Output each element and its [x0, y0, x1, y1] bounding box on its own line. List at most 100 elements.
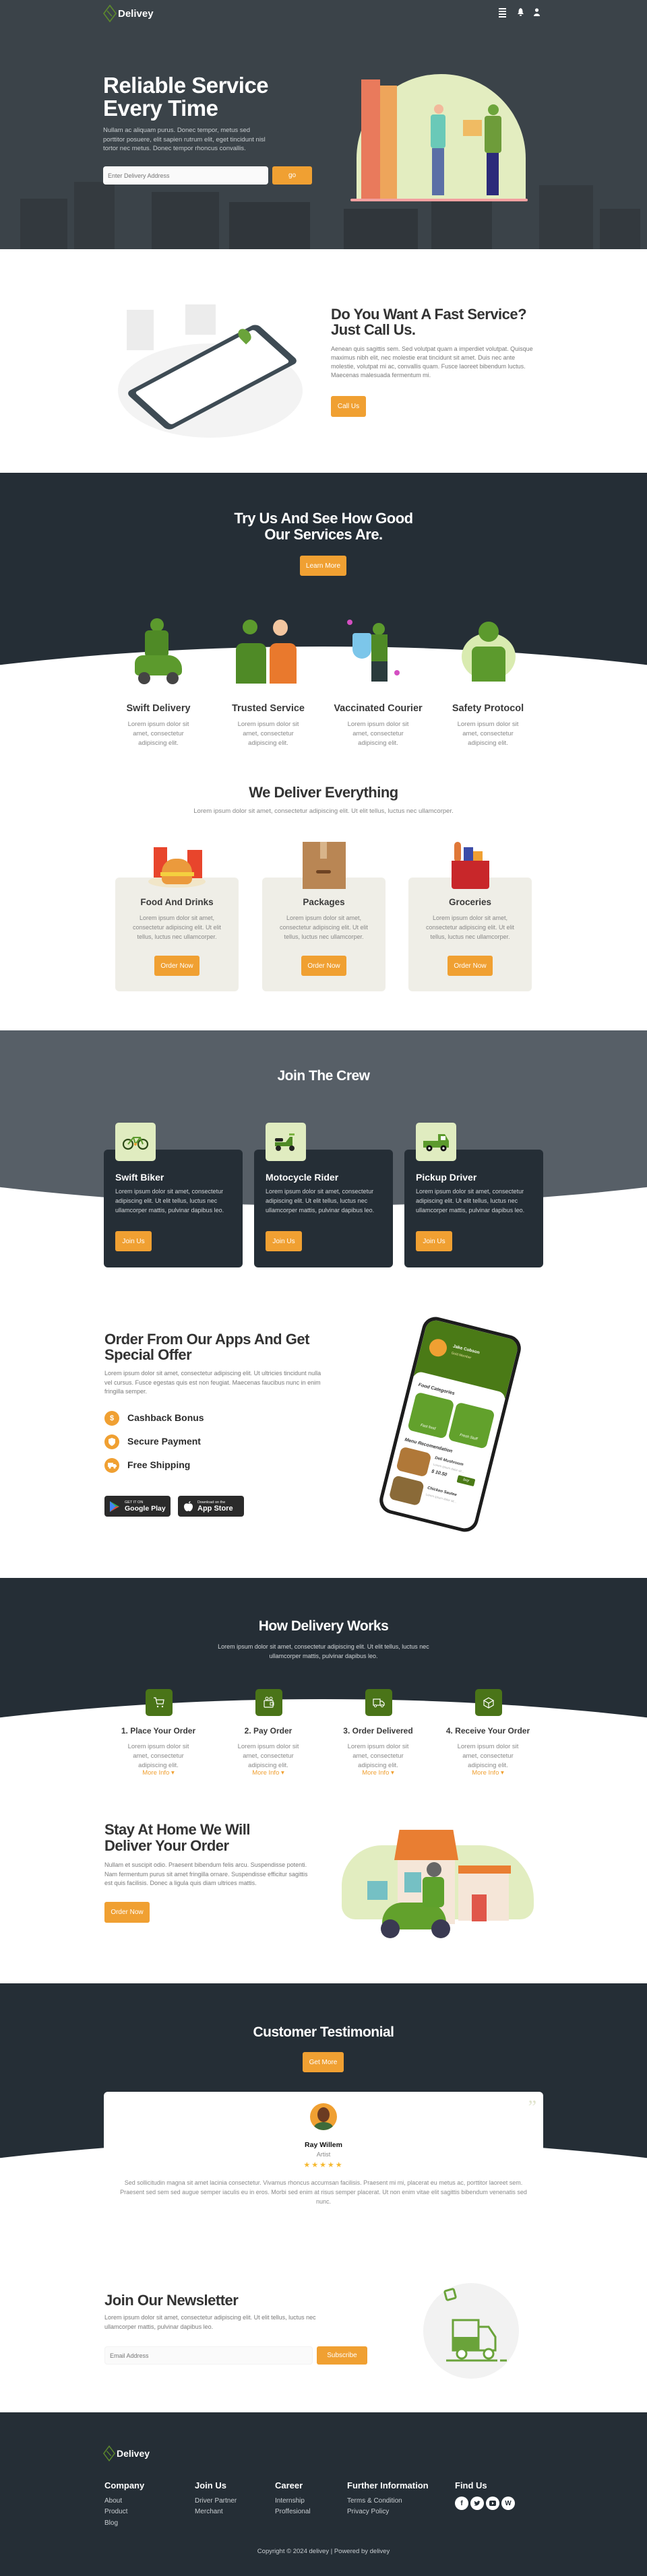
city-skyline — [0, 175, 647, 249]
step-title: 3. Order Delivered — [343, 1726, 413, 1736]
step-title: 1. Place Your Order — [121, 1726, 196, 1736]
crew-title: Join The Crew — [277, 1068, 370, 1084]
box-icon — [475, 1689, 502, 1716]
service-text: Lorem ipsum dolor sit amet, consectetur … — [127, 721, 189, 747]
more-info-link[interactable]: More Info ▾ — [104, 1769, 212, 1777]
join-us-button[interactable]: Join Us — [115, 1231, 152, 1251]
try-us-title: Try Us And See How Good Our Services Are… — [189, 510, 458, 543]
fast-service-title: Do You Want A Fast Service? Just Call Us… — [331, 306, 527, 337]
order-now-button[interactable]: Order Now — [301, 956, 346, 976]
bell-icon[interactable] — [518, 8, 524, 16]
stay-title-line2: Deliver Your Order — [104, 1837, 229, 1854]
apps-title-line2: Special Offer — [104, 1346, 192, 1363]
footer-link-internship[interactable]: Internship — [275, 2497, 305, 2505]
crew-card-title: Swift Biker — [115, 1172, 164, 1183]
more-info-label: More Info — [252, 1769, 280, 1777]
crew-card-text: Lorem ipsum dolor sit amet, consectetur … — [266, 1188, 375, 1214]
logo-icon — [103, 5, 117, 22]
caret-down-icon: ▾ — [171, 1769, 175, 1777]
cart-icon — [146, 1689, 173, 1716]
footer-heading: Further Information — [347, 2480, 429, 2490]
testimonial-text: Sed sollicitudin magna sit amet lacinia … — [120, 2179, 527, 2205]
go-button[interactable]: go — [272, 166, 312, 185]
app-phone-mockup: Jake Cobson Gold Member Food Categories … — [376, 1314, 524, 1535]
footer-link-driver-partner[interactable]: Driver Partner — [195, 2497, 237, 2505]
google-play-button[interactable]: GET IT ON Google Play — [104, 1496, 171, 1517]
stay-title: Stay At Home We Will Deliver Your Order — [104, 1822, 250, 1854]
google-play-big: Google Play — [125, 1504, 166, 1513]
step-text: Lorem ipsum dolor sit amet, consectetur … — [457, 1743, 519, 1769]
footer-link-blog[interactable]: Blog — [104, 2519, 118, 2527]
hero-title: Reliable Service Every Time — [103, 74, 269, 121]
facebook-icon[interactable]: f — [455, 2497, 468, 2510]
try-us-title-line1: Try Us And See How Good — [234, 510, 413, 527]
more-info-label: More Info — [142, 1769, 170, 1777]
phone-category1-label: Fast food — [420, 1423, 436, 1431]
join-us-button[interactable]: Join Us — [266, 1231, 302, 1251]
wordpress-icon[interactable]: W — [501, 2497, 515, 2510]
how-subtitle: Lorem ipsum dolor sit amet, consectetur … — [218, 1643, 429, 1659]
footer-link-terms[interactable]: Terms & Condition — [347, 2497, 402, 2505]
logo-icon — [103, 2445, 115, 2462]
truck-icon — [104, 1458, 119, 1473]
footer-link-privacy[interactable]: Privacy Policy — [347, 2508, 389, 2515]
service-text: Lorem ipsum dolor sit amet, consectetur … — [347, 721, 409, 747]
delivery-truck-icon — [443, 2288, 507, 2362]
menu-icon[interactable] — [499, 8, 506, 18]
more-info-link[interactable]: More Info ▾ — [434, 1769, 542, 1777]
more-info-link[interactable]: More Info ▾ — [214, 1769, 322, 1777]
order-now-button[interactable]: Order Now — [154, 956, 199, 976]
crew-card-title: Pickup Driver — [416, 1172, 477, 1183]
more-info-link[interactable]: More Info ▾ — [324, 1769, 432, 1777]
crew-card-title: Motocycle Rider — [266, 1172, 339, 1183]
hero-title-line2: Every Time — [103, 96, 218, 121]
brand-logo[interactable]: Delivey — [103, 4, 154, 23]
join-us-button[interactable]: Join Us — [416, 1231, 452, 1251]
hero-floor — [350, 199, 528, 201]
service-title: Vaccinated Courier — [334, 703, 423, 714]
footer-logo[interactable]: Delivey — [103, 2445, 150, 2462]
testimonial-name: Ray Willem — [305, 2141, 342, 2149]
subscribe-button[interactable]: Subscribe — [317, 2346, 367, 2365]
app-store-button[interactable]: Download on the App Store — [178, 1496, 244, 1517]
footer-link-merchant[interactable]: Merchant — [195, 2508, 223, 2515]
service-title: Swift Delivery — [126, 703, 191, 714]
more-info-label: More Info — [362, 1769, 390, 1777]
youtube-icon[interactable] — [486, 2497, 499, 2510]
email-input[interactable] — [104, 2346, 313, 2365]
bicycle-icon — [115, 1123, 156, 1161]
dollar-icon: $ — [104, 1411, 119, 1426]
brand-name: Delivey — [118, 7, 154, 20]
hero-text: Nullam ac aliquam purus. Donec tempor, m… — [103, 127, 266, 152]
call-us-button[interactable]: Call Us — [331, 396, 366, 417]
more-info-label: More Info — [472, 1769, 499, 1777]
fast-service-text: Aenean quis sagittis sem. Sed volutpat q… — [331, 345, 533, 378]
footer-link-about[interactable]: About — [104, 2497, 122, 2505]
learn-more-button[interactable]: Learn More — [300, 556, 346, 576]
stay-text: Nullam et suscipit odio. Praesent bibend… — [104, 1861, 308, 1886]
testimonial-title: Customer Testimonial — [253, 2024, 394, 2040]
order-now-button[interactable]: Order Now — [448, 956, 493, 976]
grocery-basket-icon — [450, 842, 491, 889]
deliver-subtitle: Lorem ipsum dolor sit amet, consectetur … — [193, 807, 454, 815]
home-delivery-illustration — [340, 1808, 543, 1943]
crew-card-text: Lorem ipsum dolor sit amet, consectetur … — [115, 1188, 224, 1214]
feature-cashback: Cashback Bonus — [127, 1412, 204, 1423]
phone-category2-label: Fresh Stuff — [459, 1432, 478, 1442]
service-text: Lorem ipsum dolor sit amet, consectetur … — [237, 721, 299, 747]
caret-down-icon: ▾ — [501, 1769, 504, 1777]
newsletter-text: Lorem ipsum dolor sit amet, consectetur … — [104, 2314, 316, 2330]
newsletter-title: Join Our Newsletter — [104, 2292, 239, 2309]
twitter-icon[interactable] — [470, 2497, 484, 2510]
delivery-card-text: Lorem ipsum dolor sit amet, consectetur … — [132, 915, 222, 940]
footer-brand: Delivey — [117, 2448, 150, 2459]
delivery-card-title: Groceries — [448, 897, 492, 907]
delivery-address-input[interactable] — [103, 166, 268, 185]
user-icon[interactable] — [534, 8, 540, 16]
package-box-icon — [303, 842, 346, 889]
avatar — [310, 2103, 337, 2130]
footer-link-proffesional[interactable]: Proffesional — [275, 2508, 311, 2515]
footer-link-product[interactable]: Product — [104, 2508, 127, 2515]
get-more-button[interactable]: Get More — [303, 2052, 344, 2072]
order-now-button[interactable]: Order Now — [104, 1902, 150, 1923]
